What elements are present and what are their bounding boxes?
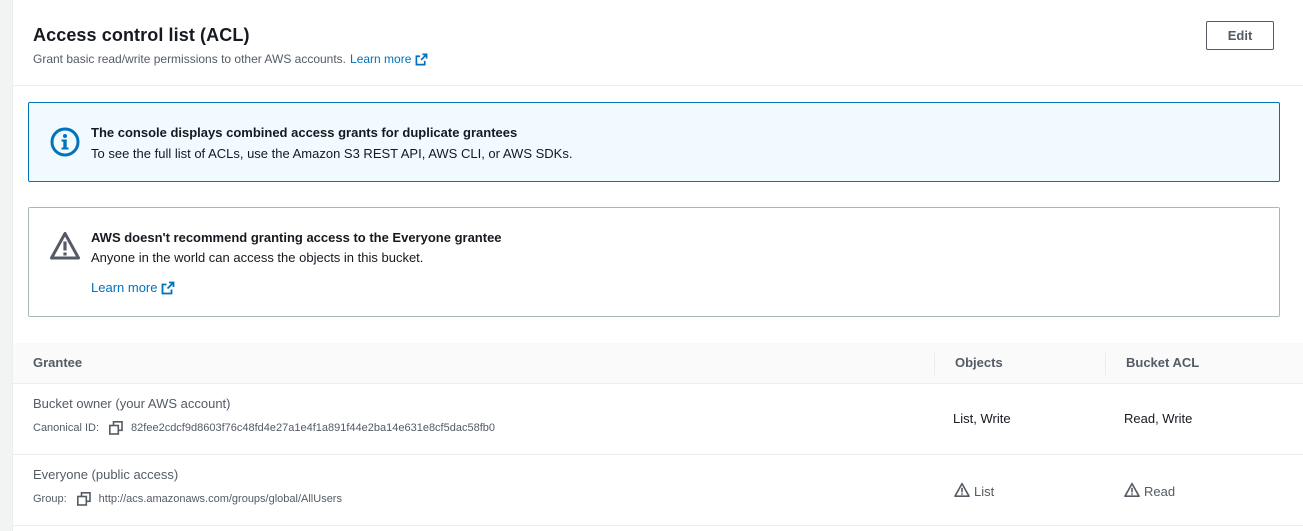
column-header-grantee: Grantee bbox=[33, 355, 83, 370]
grantee-table: Grantee Objects Bucket ACL Bucket owner … bbox=[13, 343, 1303, 526]
warning-learn-more-link[interactable]: Learn more bbox=[91, 280, 175, 295]
objects-permission: List, Write bbox=[953, 411, 1011, 426]
warning-icon bbox=[1124, 482, 1140, 501]
info-alert: The console displays combined access gra… bbox=[28, 102, 1280, 182]
warning-alert-text: Anyone in the world can access the objec… bbox=[91, 250, 424, 265]
learn-more-link[interactable]: Learn more bbox=[350, 52, 428, 66]
objects-permission-text: List, Write bbox=[953, 411, 1011, 426]
table-row: Everyone (public access) Group: http://a… bbox=[13, 455, 1303, 526]
bucket-acl-permission-text: Read, Write bbox=[1124, 411, 1193, 426]
id-value: http://acs.amazonaws.com/groups/global/A… bbox=[98, 493, 342, 505]
info-alert-title: The console displays combined access gra… bbox=[91, 125, 518, 140]
external-link-icon bbox=[415, 53, 428, 66]
info-alert-text: To see the full list of ACLs, use the Am… bbox=[91, 146, 573, 161]
table-row: Bucket owner (your AWS account) Canonica… bbox=[13, 384, 1303, 455]
column-divider bbox=[934, 353, 935, 375]
warning-icon bbox=[954, 482, 970, 501]
bucket-acl-permission-text: Read bbox=[1144, 484, 1176, 499]
table-header: Grantee Objects Bucket ACL bbox=[13, 343, 1303, 384]
bucket-acl-permission: Read bbox=[1124, 482, 1175, 501]
info-icon bbox=[49, 126, 81, 158]
grantee-name: Bucket owner (your AWS account) bbox=[33, 396, 231, 411]
id-value: 82fee2cdcf9d8603f76c48fd4e27a1e4f1a891f4… bbox=[131, 422, 495, 434]
column-divider bbox=[1105, 353, 1106, 375]
column-header-objects: Objects bbox=[955, 355, 1003, 370]
column-header-bucket-acl: Bucket ACL bbox=[1126, 355, 1200, 370]
grantee-identifier: Canonical ID: 82fee2cdcf9d8603f76c48fd4e… bbox=[33, 421, 495, 435]
learn-more-label: Learn more bbox=[350, 52, 412, 66]
warning-learn-more-label: Learn more bbox=[91, 280, 158, 295]
objects-permission-text: List bbox=[974, 484, 995, 499]
description-text: Grant basic read/write permissions to ot… bbox=[33, 52, 347, 66]
bucket-acl-permission: Read, Write bbox=[1124, 411, 1192, 426]
grantee-name: Everyone (public access) bbox=[33, 467, 179, 482]
edit-button[interactable]: Edit bbox=[1206, 21, 1274, 50]
warning-alert-title: AWS doesn't recommend granting access to… bbox=[91, 230, 502, 245]
page-title: Access control list (ACL) bbox=[33, 25, 250, 45]
warning-icon bbox=[49, 230, 81, 262]
id-label: Canonical ID: bbox=[33, 422, 100, 434]
id-label: Group: bbox=[33, 493, 67, 505]
copy-icon[interactable] bbox=[76, 492, 91, 506]
grantee-identifier: Group: http://acs.amazonaws.com/groups/g… bbox=[33, 492, 342, 506]
objects-permission: List bbox=[954, 482, 994, 501]
copy-icon[interactable] bbox=[109, 421, 123, 435]
acl-panel: Access control list (ACL) Grant basic re… bbox=[12, 0, 1303, 531]
panel-header: Access control list (ACL) Grant basic re… bbox=[13, 0, 1303, 86]
warning-alert: AWS doesn't recommend granting access to… bbox=[28, 207, 1280, 317]
page-description: Grant basic read/write permissions to ot… bbox=[33, 52, 428, 66]
external-link-icon bbox=[161, 281, 175, 295]
